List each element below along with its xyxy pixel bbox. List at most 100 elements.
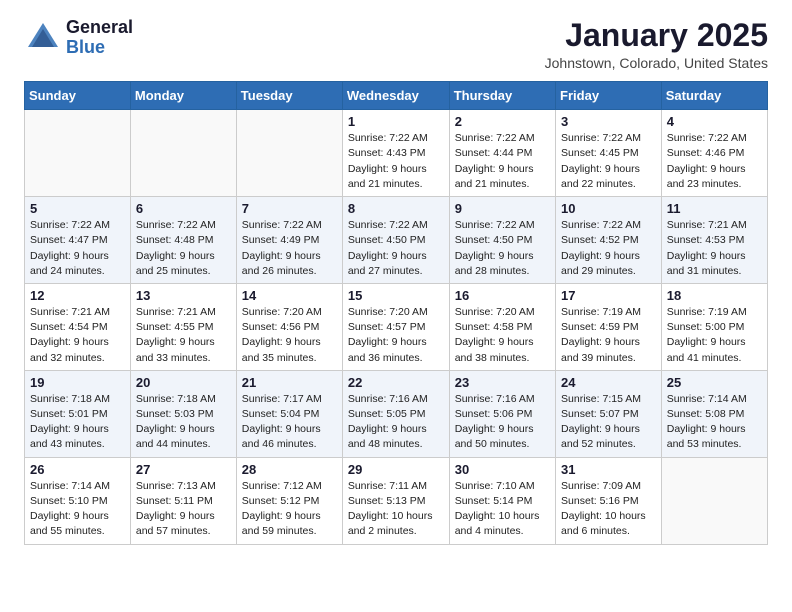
- day-number: 27: [136, 462, 231, 477]
- calendar-cell: 29 Sunrise: 7:11 AM Sunset: 5:13 PM Dayli…: [342, 457, 449, 544]
- calendar-cell: 17 Sunrise: 7:19 AM Sunset: 4:59 PM Dayli…: [556, 283, 662, 370]
- cell-content: Sunrise: 7:14 AM Sunset: 5:08 PM Dayligh…: [667, 392, 762, 453]
- calendar-week-row: 5 Sunrise: 7:22 AM Sunset: 4:47 PM Daylig…: [25, 197, 768, 284]
- calendar-header-sunday: Sunday: [25, 82, 131, 110]
- calendar-week-row: 1Sunrise: 7:22 AM Sunset: 4:43 PM Daylig…: [25, 110, 768, 197]
- calendar-cell: 15Sunrise: 7:20 AM Sunset: 4:57 PM Dayli…: [342, 283, 449, 370]
- cell-content: Sunrise: 7:22 AM Sunset: 4:50 PM Dayligh…: [348, 218, 444, 279]
- calendar-cell: 4 Sunrise: 7:22 AM Sunset: 4:46 PM Daylig…: [661, 110, 767, 197]
- day-number: 21: [242, 375, 337, 390]
- calendar-cell: 1Sunrise: 7:22 AM Sunset: 4:43 PM Daylig…: [342, 110, 449, 197]
- header: General Blue January 2025 Johnstown, Col…: [24, 18, 768, 71]
- cell-content: Sunrise: 7:18 AM Sunset: 5:01 PM Dayligh…: [30, 392, 125, 453]
- calendar-cell: 18Sunrise: 7:19 AM Sunset: 5:00 PM Dayli…: [661, 283, 767, 370]
- day-number: 22: [348, 375, 444, 390]
- calendar-cell: 8Sunrise: 7:22 AM Sunset: 4:50 PM Daylig…: [342, 197, 449, 284]
- day-number: 12: [30, 288, 125, 303]
- cell-content: Sunrise: 7:18 AM Sunset: 5:03 PM Dayligh…: [136, 392, 231, 453]
- calendar-week-row: 12 Sunrise: 7:21 AM Sunset: 4:54 PM Dayli…: [25, 283, 768, 370]
- calendar-cell: 5 Sunrise: 7:22 AM Sunset: 4:47 PM Daylig…: [25, 197, 131, 284]
- day-number: 14: [242, 288, 337, 303]
- cell-content: Sunrise: 7:20 AM Sunset: 4:56 PM Dayligh…: [242, 305, 337, 366]
- calendar-header-wednesday: Wednesday: [342, 82, 449, 110]
- cell-content: Sunrise: 7:16 AM Sunset: 5:05 PM Dayligh…: [348, 392, 444, 453]
- cell-content: Sunrise: 7:17 AM Sunset: 5:04 PM Dayligh…: [242, 392, 337, 453]
- day-number: 18: [667, 288, 762, 303]
- calendar-cell: 3Sunrise: 7:22 AM Sunset: 4:45 PM Daylig…: [556, 110, 662, 197]
- calendar-week-row: 19 Sunrise: 7:18 AM Sunset: 5:01 PM Dayli…: [25, 370, 768, 457]
- cell-content: Sunrise: 7:13 AM Sunset: 5:11 PM Dayligh…: [136, 479, 231, 540]
- calendar-cell: 12 Sunrise: 7:21 AM Sunset: 4:54 PM Dayli…: [25, 283, 131, 370]
- cell-content: Sunrise: 7:22 AM Sunset: 4:49 PM Dayligh…: [242, 218, 337, 279]
- calendar-cell: 11 Sunrise: 7:21 AM Sunset: 4:53 PM Dayli…: [661, 197, 767, 284]
- day-number: 31: [561, 462, 656, 477]
- calendar-cell: [661, 457, 767, 544]
- day-number: 2: [455, 114, 550, 129]
- day-number: 17: [561, 288, 656, 303]
- day-number: 23: [455, 375, 550, 390]
- day-number: 16: [455, 288, 550, 303]
- cell-content: Sunrise: 7:21 AM Sunset: 4:54 PM Dayligh…: [30, 305, 125, 366]
- day-number: 4: [667, 114, 762, 129]
- cell-content: Sunrise: 7:20 AM Sunset: 4:57 PM Dayligh…: [348, 305, 444, 366]
- calendar-cell: 27 Sunrise: 7:13 AM Sunset: 5:11 PM Dayli…: [130, 457, 236, 544]
- calendar-cell: 14 Sunrise: 7:20 AM Sunset: 4:56 PM Dayli…: [236, 283, 342, 370]
- cell-content: Sunrise: 7:22 AM Sunset: 4:52 PM Dayligh…: [561, 218, 656, 279]
- calendar-header-row: SundayMondayTuesdayWednesdayThursdayFrid…: [25, 82, 768, 110]
- day-number: 9: [455, 201, 550, 216]
- cell-content: Sunrise: 7:14 AM Sunset: 5:10 PM Dayligh…: [30, 479, 125, 540]
- cell-content: Sunrise: 7:10 AM Sunset: 5:14 PM Dayligh…: [455, 479, 550, 540]
- calendar-cell: 22 Sunrise: 7:16 AM Sunset: 5:05 PM Dayli…: [342, 370, 449, 457]
- calendar-cell: 10Sunrise: 7:22 AM Sunset: 4:52 PM Dayli…: [556, 197, 662, 284]
- cell-content: Sunrise: 7:22 AM Sunset: 4:45 PM Dayligh…: [561, 131, 656, 192]
- calendar-cell: 26 Sunrise: 7:14 AM Sunset: 5:10 PM Dayli…: [25, 457, 131, 544]
- calendar-cell: 20 Sunrise: 7:18 AM Sunset: 5:03 PM Dayli…: [130, 370, 236, 457]
- calendar-cell: [25, 110, 131, 197]
- calendar-cell: 30Sunrise: 7:10 AM Sunset: 5:14 PM Dayli…: [449, 457, 555, 544]
- cell-content: Sunrise: 7:20 AM Sunset: 4:58 PM Dayligh…: [455, 305, 550, 366]
- cell-content: Sunrise: 7:21 AM Sunset: 4:53 PM Dayligh…: [667, 218, 762, 279]
- calendar-cell: 9 Sunrise: 7:22 AM Sunset: 4:50 PM Daylig…: [449, 197, 555, 284]
- calendar-cell: 6Sunrise: 7:22 AM Sunset: 4:48 PM Daylig…: [130, 197, 236, 284]
- cell-content: Sunrise: 7:15 AM Sunset: 5:07 PM Dayligh…: [561, 392, 656, 453]
- month-title: January 2025: [545, 18, 768, 53]
- day-number: 26: [30, 462, 125, 477]
- cell-content: Sunrise: 7:12 AM Sunset: 5:12 PM Dayligh…: [242, 479, 337, 540]
- calendar-cell: 7Sunrise: 7:22 AM Sunset: 4:49 PM Daylig…: [236, 197, 342, 284]
- cell-content: Sunrise: 7:22 AM Sunset: 4:46 PM Dayligh…: [667, 131, 762, 192]
- calendar-header-thursday: Thursday: [449, 82, 555, 110]
- logo-blue-text: Blue: [66, 38, 133, 58]
- calendar-cell: 13 Sunrise: 7:21 AM Sunset: 4:55 PM Dayli…: [130, 283, 236, 370]
- calendar-header-tuesday: Tuesday: [236, 82, 342, 110]
- day-number: 13: [136, 288, 231, 303]
- cell-content: Sunrise: 7:16 AM Sunset: 5:06 PM Dayligh…: [455, 392, 550, 453]
- calendar-cell: 24Sunrise: 7:15 AM Sunset: 5:07 PM Dayli…: [556, 370, 662, 457]
- day-number: 20: [136, 375, 231, 390]
- calendar-table: SundayMondayTuesdayWednesdayThursdayFrid…: [24, 81, 768, 544]
- logo-general-text: General: [66, 18, 133, 38]
- day-number: 28: [242, 462, 337, 477]
- calendar-cell: 25 Sunrise: 7:14 AM Sunset: 5:08 PM Dayli…: [661, 370, 767, 457]
- day-number: 11: [667, 201, 762, 216]
- logo-icon: [24, 19, 62, 57]
- day-number: 25: [667, 375, 762, 390]
- cell-content: Sunrise: 7:19 AM Sunset: 4:59 PM Dayligh…: [561, 305, 656, 366]
- day-number: 29: [348, 462, 444, 477]
- calendar-cell: 16 Sunrise: 7:20 AM Sunset: 4:58 PM Dayli…: [449, 283, 555, 370]
- day-number: 19: [30, 375, 125, 390]
- calendar-header-saturday: Saturday: [661, 82, 767, 110]
- calendar-week-row: 26 Sunrise: 7:14 AM Sunset: 5:10 PM Dayli…: [25, 457, 768, 544]
- cell-content: Sunrise: 7:22 AM Sunset: 4:50 PM Dayligh…: [455, 218, 550, 279]
- cell-content: Sunrise: 7:22 AM Sunset: 4:47 PM Dayligh…: [30, 218, 125, 279]
- logo: General Blue: [24, 18, 133, 58]
- cell-content: Sunrise: 7:09 AM Sunset: 5:16 PM Dayligh…: [561, 479, 656, 540]
- calendar-cell: 28 Sunrise: 7:12 AM Sunset: 5:12 PM Dayli…: [236, 457, 342, 544]
- cell-content: Sunrise: 7:22 AM Sunset: 4:44 PM Dayligh…: [455, 131, 550, 192]
- calendar-header-monday: Monday: [130, 82, 236, 110]
- day-number: 1: [348, 114, 444, 129]
- calendar-cell: [130, 110, 236, 197]
- cell-content: Sunrise: 7:11 AM Sunset: 5:13 PM Dayligh…: [348, 479, 444, 540]
- cell-content: Sunrise: 7:21 AM Sunset: 4:55 PM Dayligh…: [136, 305, 231, 366]
- cell-content: Sunrise: 7:22 AM Sunset: 4:48 PM Dayligh…: [136, 218, 231, 279]
- day-number: 5: [30, 201, 125, 216]
